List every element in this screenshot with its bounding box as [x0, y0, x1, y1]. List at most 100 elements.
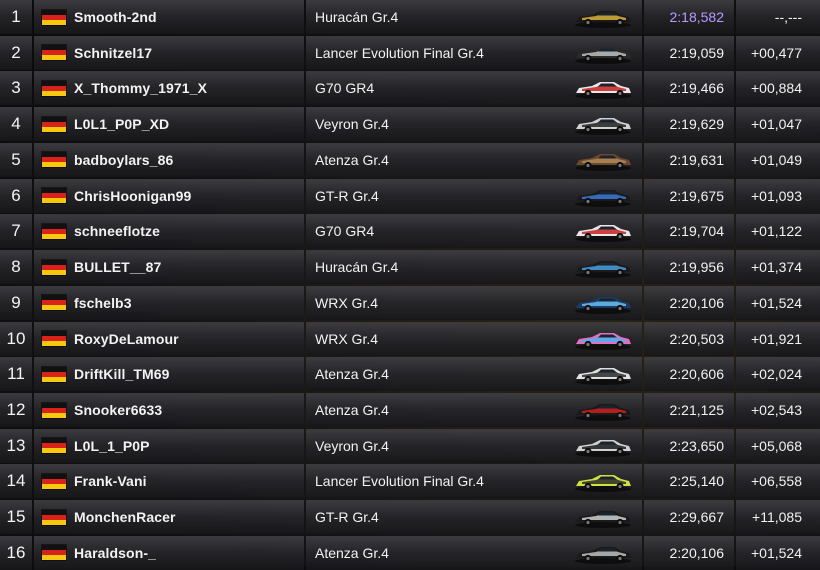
leaderboard-row[interactable]: 11 DriftKill_TM69 Atenza Gr.4 2:20,606 +02,0… — [0, 357, 820, 392]
gap-cell: +11,085 — [736, 500, 820, 535]
lap-time-cell: 2:29,667 — [644, 500, 734, 535]
driver-name: BULLET__87 — [74, 259, 162, 276]
car-name: WRX Gr.4 — [315, 294, 379, 311]
car-cell: Veyron Gr.4 — [306, 428, 642, 463]
car-livery-icon — [575, 439, 631, 457]
lap-time-cell: 2:18,582 — [644, 0, 734, 34]
car-livery-icon — [575, 46, 631, 64]
driver-name: Smooth-2nd — [74, 9, 157, 25]
driver-cell: badboylars_86 — [34, 142, 304, 177]
germany-flag-icon — [42, 152, 66, 168]
position-cell: 15 — [0, 500, 32, 535]
position-cell: 13 — [0, 428, 32, 463]
germany-flag-icon — [42, 331, 66, 347]
leaderboard-row[interactable]: 15 MonchenRacer GT-R Gr.4 2:29,667 +11,085 — [0, 500, 820, 535]
car-livery-icon — [575, 261, 631, 279]
car-cell: G70 GR4 — [306, 214, 642, 249]
lap-time-cell: 2:20,106 — [644, 285, 734, 320]
driver-name: L0L1_P0P_XD — [74, 116, 170, 133]
position-cell: 8 — [0, 250, 32, 285]
car-livery-icon — [575, 368, 631, 386]
gap-cell: +01,047 — [736, 107, 820, 142]
gap-cell: +01,524 — [736, 285, 820, 320]
lap-time-cell: 2:19,704 — [644, 214, 734, 249]
leaderboard-row[interactable]: 13 L0L_1_P0P Veyron Gr.4 2:23,650 +05,068 — [0, 428, 820, 463]
lap-time-cell: 2:20,606 — [644, 357, 734, 392]
leaderboard-row[interactable]: 9 fschelb3 WRX Gr.4 2:20,106 +01,524 — [0, 285, 820, 320]
car-livery-icon — [575, 475, 631, 493]
car-name: GT-R Gr.4 — [315, 509, 379, 526]
leaderboard-row[interactable]: 12 Snooker6633 Atenza Gr.4 2:21,125 +02,543 — [0, 393, 820, 428]
car-name: Atenza Gr.4 — [315, 151, 389, 168]
car-name: Atenza Gr.4 — [315, 402, 389, 419]
leaderboard-row[interactable]: 14 Frank-Vani Lancer Evolution Final Gr.4 2… — [0, 464, 820, 499]
driver-name: MonchenRacer — [74, 509, 176, 526]
germany-flag-icon — [42, 402, 66, 418]
car-cell: Veyron Gr.4 — [306, 107, 642, 142]
leaderboard-row[interactable]: 6 ChrisHoonigan99 GT-R Gr.4 2:19,675 +01,093 — [0, 178, 820, 213]
leaderboard-row[interactable]: 2 Schnitzel17 Lancer Evolution Final Gr.4 2… — [0, 35, 820, 70]
car-cell: Huracán Gr.4 — [306, 250, 642, 285]
position-cell: 6 — [0, 178, 32, 213]
car-cell: Atenza Gr.4 — [306, 142, 642, 177]
driver-name: badboylars_86 — [74, 151, 174, 168]
car-livery-icon — [575, 225, 631, 243]
driver-cell: BULLET__87 — [34, 250, 304, 285]
gap-cell: +01,049 — [736, 142, 820, 177]
germany-flag-icon — [42, 45, 66, 61]
gap-cell: +01,921 — [736, 321, 820, 356]
germany-flag-icon — [42, 295, 66, 311]
germany-flag-icon — [42, 116, 66, 132]
leaderboard-row[interactable]: 7 schneeflotze G70 GR4 2:19,704 +01,122 — [0, 214, 820, 249]
leaderboard-row[interactable]: 3 X_Thommy_1971_X G70 GR4 2:19,466 +00,884 — [0, 71, 820, 106]
lap-time-cell: 2:19,631 — [644, 142, 734, 177]
germany-flag-icon — [42, 188, 66, 204]
lap-time-cell: 2:25,140 — [644, 464, 734, 499]
driver-cell: MonchenRacer — [34, 500, 304, 535]
leaderboard-row[interactable]: 5 badboylars_86 Atenza Gr.4 2:19,631 +01,049 — [0, 142, 820, 177]
leaderboard: 1 Smooth-2nd Huracán Gr.4 2:18,582 --,--- 2 Sc… — [0, 0, 820, 570]
driver-cell: Frank-Vani — [34, 464, 304, 499]
driver-name: L0L_1_P0P — [74, 437, 150, 454]
driver-name: Frank-Vani — [74, 473, 147, 490]
leaderboard-row[interactable]: 10 RoxyDeLamour WRX Gr.4 2:20,503 +01,921 — [0, 321, 820, 356]
leaderboard-row[interactable]: 8 BULLET__87 Huracán Gr.4 2:19,956 +01,374 — [0, 250, 820, 285]
germany-flag-icon — [42, 9, 66, 25]
leaderboard-row[interactable]: 4 L0L1_P0P_XD Veyron Gr.4 2:19,629 +01,047 — [0, 107, 820, 142]
driver-cell: X_Thommy_1971_X — [34, 71, 304, 106]
lap-time-cell: 2:19,059 — [644, 35, 734, 70]
car-livery-icon — [575, 404, 631, 422]
driver-cell: DriftKill_TM69 — [34, 357, 304, 392]
driver-cell: Snooker6633 — [34, 393, 304, 428]
germany-flag-icon — [42, 438, 66, 454]
driver-name: schneeflotze — [74, 223, 160, 240]
driver-name: Snooker6633 — [74, 402, 163, 419]
driver-cell: Schnitzel17 — [34, 35, 304, 70]
gap-cell: +02,024 — [736, 357, 820, 392]
car-name: GT-R Gr.4 — [315, 187, 379, 204]
car-name: Lancer Evolution Final Gr.4 — [315, 473, 484, 490]
car-name: Veyron Gr.4 — [315, 437, 389, 454]
gap-cell: +01,093 — [736, 178, 820, 213]
lap-time-cell: 2:19,956 — [644, 250, 734, 285]
car-name: Huracán Gr.4 — [315, 259, 399, 276]
gap-cell: +05,068 — [736, 428, 820, 463]
germany-flag-icon — [42, 259, 66, 275]
driver-name: Schnitzel17 — [74, 44, 153, 61]
car-livery-icon — [575, 11, 631, 28]
driver-cell: RoxyDeLamour — [34, 321, 304, 356]
driver-name: fschelb3 — [74, 294, 132, 311]
car-cell: Huracán Gr.4 — [306, 0, 642, 34]
car-cell: GT-R Gr.4 — [306, 500, 642, 535]
car-livery-icon — [575, 189, 631, 207]
car-cell: Atenza Gr.4 — [306, 535, 642, 570]
car-livery-icon — [575, 118, 631, 136]
car-cell: WRX Gr.4 — [306, 321, 642, 356]
lap-time-cell: 2:19,629 — [644, 107, 734, 142]
gap-cell: +00,477 — [736, 35, 820, 70]
leaderboard-row[interactable]: 16 Haraldson-_ Atenza Gr.4 2:20,106 +01,524 — [0, 535, 820, 570]
car-livery-icon — [575, 296, 631, 314]
car-livery-icon — [575, 153, 631, 171]
leaderboard-row[interactable]: 1 Smooth-2nd Huracán Gr.4 2:18,582 --,--- — [0, 0, 820, 34]
car-cell: Lancer Evolution Final Gr.4 — [306, 35, 642, 70]
